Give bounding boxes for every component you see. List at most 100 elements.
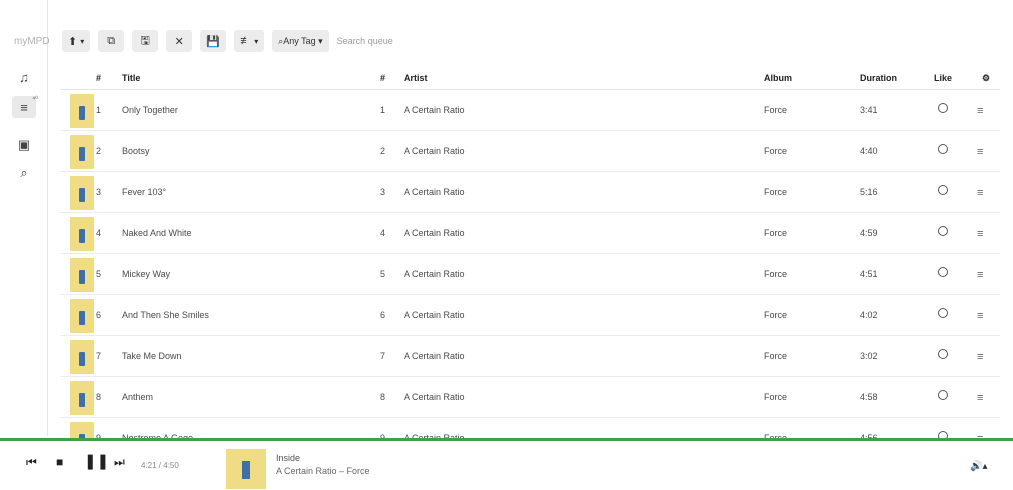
header-position[interactable]: # xyxy=(96,73,101,83)
row-artist: A Certain Ratio xyxy=(404,105,465,115)
like-toggle-icon[interactable] xyxy=(938,226,948,236)
row-artist: A Certain Ratio xyxy=(404,228,465,238)
header-title[interactable]: Title xyxy=(122,73,140,83)
pause-icon[interactable]: ❚❚ xyxy=(84,452,109,470)
row-title: Only Together xyxy=(122,105,178,115)
row-duration: 4:40 xyxy=(860,146,878,156)
table-row[interactable]: 6 And Then She Smiles 6 A Certain Ratio Forc… xyxy=(60,295,1000,336)
table-row[interactable]: 7 Take Me Down 7 A Certain Ratio Force 3:02 ≡ xyxy=(60,336,1000,377)
chevron-down-icon: ▾ xyxy=(80,36,85,46)
row-title: Naked And White xyxy=(122,228,192,238)
column-settings-icon[interactable]: ⚙ xyxy=(982,73,990,84)
table-row[interactable]: 2 Bootsy 2 A Certain Ratio Force 4:40 ≡ xyxy=(60,131,1000,172)
sort-dropdown-button[interactable]: ≢ ▾ xyxy=(234,30,265,52)
table-row[interactable]: 5 Mickey Way 5 A Certain Ratio Force 4:51 ≡ xyxy=(60,254,1000,295)
row-album: Force xyxy=(764,105,788,115)
row-artist: A Certain Ratio xyxy=(404,187,465,197)
row-duration: 4:58 xyxy=(860,392,878,402)
nav-browse-icon[interactable]: ▣ xyxy=(12,134,36,156)
queue-table: # Title # Artist Album Duration Like ⚙ 1… xyxy=(60,66,1000,459)
header-track[interactable]: # xyxy=(380,73,385,83)
row-duration: 4:02 xyxy=(860,310,878,320)
table-row[interactable]: 1 Only Together 1 A Certain Ratio Force 3:41 ≡ xyxy=(60,90,1000,131)
table-row[interactable]: 4 Naked And White 4 A Certain Ratio Force 4:5… xyxy=(60,213,1000,254)
table-row[interactable]: 8 Anthem 8 A Certain Ratio Force 4:58 ≡ xyxy=(60,377,1000,418)
like-toggle-icon[interactable] xyxy=(938,390,948,400)
row-album: Force xyxy=(764,351,788,361)
row-position: 6 xyxy=(96,310,102,320)
row-album: Force xyxy=(764,228,788,238)
add-dropdown-button[interactable]: ⬆ ▾ xyxy=(62,30,91,52)
header-duration[interactable]: Duration xyxy=(860,73,897,83)
row-track: 2 xyxy=(380,146,386,156)
like-toggle-icon[interactable] xyxy=(938,185,948,195)
search-queue-input[interactable] xyxy=(336,30,427,52)
window-icon: 💾 xyxy=(206,35,221,48)
app-logo: myMPD xyxy=(14,36,50,47)
save-playlist-button[interactable]: 🖫 xyxy=(132,30,159,52)
next-icon[interactable]: ⏭ xyxy=(114,455,125,470)
row-artist: A Certain Ratio xyxy=(404,310,465,320)
row-duration: 4:59 xyxy=(860,228,878,238)
sort-icon: ≢ xyxy=(240,35,252,47)
row-title: Anthem xyxy=(122,392,154,402)
row-title: Bootsy xyxy=(122,146,150,156)
like-toggle-icon[interactable] xyxy=(938,103,948,113)
row-menu-icon[interactable]: ≡ xyxy=(977,310,983,322)
album-cover xyxy=(70,299,94,333)
nav-playback-icon[interactable]: ♫ xyxy=(12,66,36,88)
row-track: 1 xyxy=(380,105,386,115)
row-title: Take Me Down xyxy=(122,351,182,361)
sidebar: myMPD ♫ ≡ ⁴⁰ ▣ ⌕ xyxy=(0,0,50,436)
row-menu-icon[interactable]: ≡ xyxy=(977,228,983,240)
row-menu-icon[interactable]: ≡ xyxy=(977,105,983,117)
row-track: 8 xyxy=(380,392,386,402)
nav-search-icon[interactable]: ⌕ xyxy=(12,162,36,184)
row-album: Force xyxy=(764,392,788,402)
row-position: 2 xyxy=(96,146,102,156)
row-artist: A Certain Ratio xyxy=(404,269,465,279)
volume-icon[interactable]: 🔊▴ xyxy=(970,461,987,472)
row-position: 3 xyxy=(96,187,102,197)
row-position: 5 xyxy=(96,269,102,279)
album-cover xyxy=(70,217,94,251)
table-header: # Title # Artist Album Duration Like ⚙ xyxy=(60,66,1000,90)
floppy-icon: 🖫 xyxy=(140,34,150,47)
row-menu-icon[interactable]: ≡ xyxy=(977,187,983,199)
row-artist: A Certain Ratio xyxy=(404,146,465,156)
header-like[interactable]: Like xyxy=(934,73,952,83)
previous-icon[interactable]: ⏮ xyxy=(26,455,37,470)
shuffle-button[interactable]: ✕ xyxy=(166,30,193,52)
like-toggle-icon[interactable] xyxy=(938,267,948,277)
like-toggle-icon[interactable] xyxy=(938,144,948,154)
save-queue-button[interactable]: ⧉ xyxy=(98,30,125,52)
row-position: 1 xyxy=(96,105,102,115)
like-toggle-icon[interactable] xyxy=(938,308,948,318)
queue-count-badge: ⁴⁰ xyxy=(32,96,38,103)
row-track: 3 xyxy=(380,187,386,197)
row-menu-icon[interactable]: ≡ xyxy=(977,351,983,363)
row-artist: A Certain Ratio xyxy=(404,351,465,361)
now-playing-cover[interactable] xyxy=(226,449,266,489)
stop-icon[interactable]: ■ xyxy=(56,455,63,469)
tag-filter-dropdown[interactable]: ⌕ Any Tag ▾ xyxy=(272,30,329,52)
chevron-down-icon: ▾ xyxy=(254,36,259,46)
row-track: 6 xyxy=(380,310,386,320)
row-menu-icon[interactable]: ≡ xyxy=(977,146,983,158)
now-playing-title: Inside xyxy=(276,453,301,463)
album-cover xyxy=(70,135,94,169)
row-duration: 4:51 xyxy=(860,269,878,279)
row-album: Force xyxy=(764,310,788,320)
row-position: 7 xyxy=(96,351,102,361)
like-toggle-icon[interactable] xyxy=(938,349,948,359)
queue-options-button[interactable]: 💾 xyxy=(200,30,227,52)
row-menu-icon[interactable]: ≡ xyxy=(977,392,983,404)
header-album[interactable]: Album xyxy=(764,73,792,83)
header-artist[interactable]: Artist xyxy=(404,73,428,83)
nav-queue-button[interactable]: ≡ ⁴⁰ xyxy=(12,96,38,118)
row-menu-icon[interactable]: ≡ xyxy=(977,269,983,281)
shuffle-icon: ✕ xyxy=(174,35,184,48)
table-row[interactable]: 3 Fever 103° 3 A Certain Ratio Force 5:16 ≡ xyxy=(60,172,1000,213)
row-track: 7 xyxy=(380,351,386,361)
row-album: Force xyxy=(764,269,788,279)
